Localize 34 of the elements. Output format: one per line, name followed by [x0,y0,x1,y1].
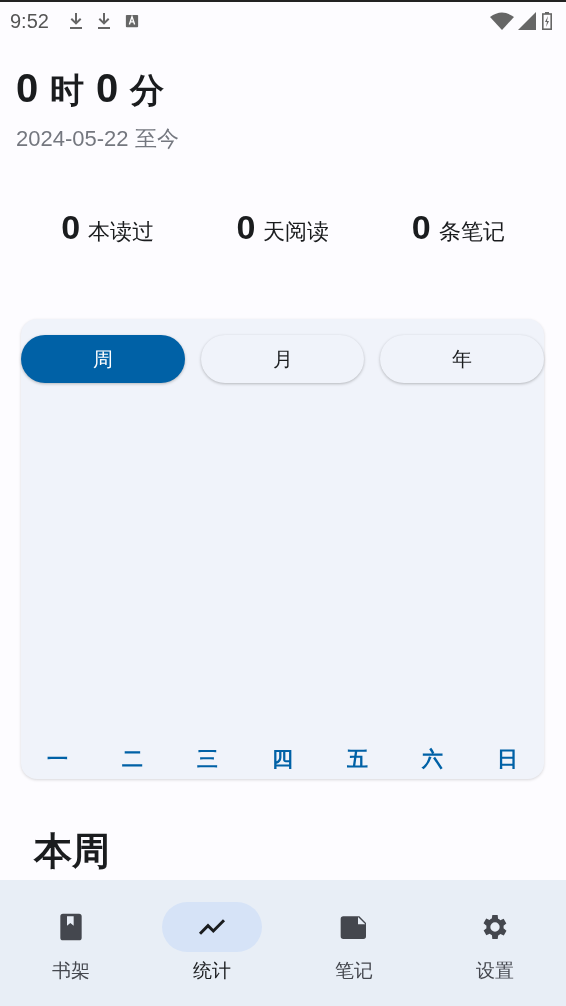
stat-value: 0 [411,208,431,247]
stat-label: 条笔记 [438,218,505,246]
battery-icon [542,12,552,30]
nav-item[interactable]: 统计 [157,902,268,1006]
day-label: 六 [422,746,443,773]
app-notification-icon [124,13,139,29]
nav-item[interactable]: 笔记 [298,902,409,1006]
period-tab[interactable]: 月 [200,335,365,383]
day-label: 一 [47,746,68,773]
stat-label: 天阅读 [263,218,330,246]
status-time: 9:52 [10,9,49,33]
nav-item[interactable]: 书架 [15,902,126,1006]
day-label: 五 [347,746,368,773]
nav-label: 笔记 [334,958,373,983]
nav-label: 书架 [51,958,90,983]
wifi-icon [490,12,514,30]
signal-icon [518,12,536,30]
total-time: 0 时 0 分 [16,66,166,112]
date-range: 2024-05-22 至今 [16,125,180,153]
download-icon [96,13,111,29]
day-label: 三 [197,746,218,773]
day-label: 日 [497,746,518,773]
nav-label: 统计 [193,958,232,983]
nav-item[interactable]: 设置 [440,902,551,1006]
stat-value: 0 [61,208,81,247]
stat-value: 0 [236,208,256,247]
period-tab[interactable]: 年 [380,335,544,383]
day-label: 二 [122,746,143,773]
nav-label: 设置 [476,958,515,983]
section-heading: 本周 [34,829,111,873]
day-label: 四 [272,746,293,773]
period-tab[interactable]: 周 [21,335,185,383]
stat-label: 本读过 [88,218,155,246]
download-icon [68,13,83,29]
